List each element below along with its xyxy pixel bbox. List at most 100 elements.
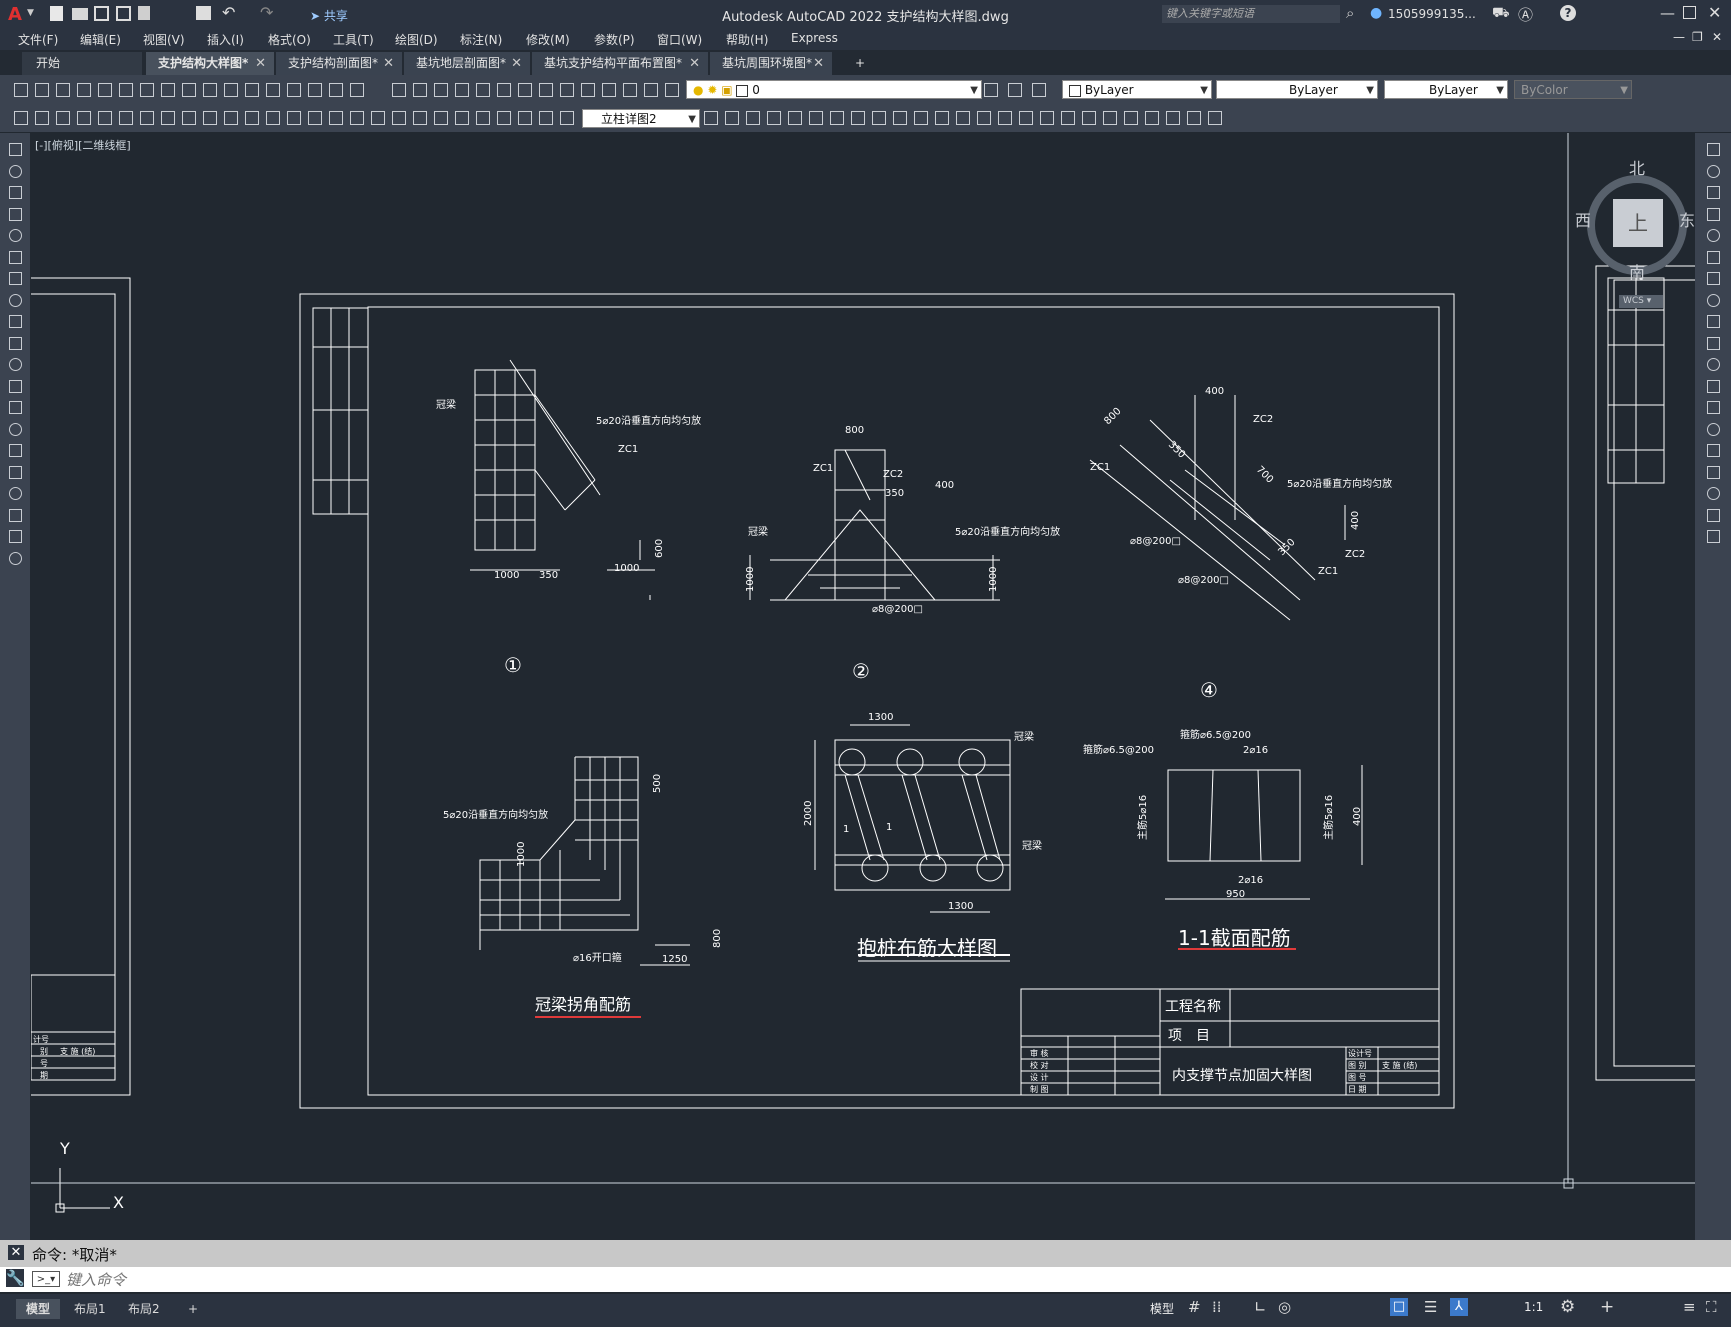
modify-v-tool-9-icon[interactable] (1707, 336, 1720, 350)
draw-tool-4-icon[interactable] (9, 229, 22, 242)
standard-tool-24-icon[interactable] (539, 83, 553, 97)
standard-tool-18-icon[interactable] (413, 83, 427, 97)
modify-tool-8-icon[interactable] (872, 111, 886, 125)
plus-icon[interactable]: + (1600, 1297, 1614, 1317)
search-icon[interactable]: ⌕ (1346, 4, 1354, 22)
standard-tool-23-icon[interactable] (518, 83, 532, 97)
draw-tool-3-icon[interactable] (9, 207, 22, 221)
close-tab-icon[interactable]: ✕ (255, 52, 266, 75)
add-layout-plus-icon[interactable]: + (178, 1299, 208, 1319)
modify-tool-19-icon[interactable] (1103, 111, 1117, 125)
polar-icon[interactable]: ◎ (1278, 1298, 1291, 1316)
modify-tool-9-icon[interactable] (893, 111, 907, 125)
window-close-doc-icon[interactable]: ✕ (1712, 30, 1722, 44)
standard-tool-14-icon[interactable] (308, 83, 322, 97)
dimstyle-combo[interactable]: 立柱详图2 ▼ (582, 109, 700, 128)
standard-tool-16-icon[interactable] (350, 83, 364, 97)
layout-tab-1[interactable]: 布局1 (64, 1299, 116, 1319)
modify-v-tool-8-icon[interactable] (1707, 315, 1720, 328)
dim-tool-5-icon[interactable] (119, 111, 133, 125)
menu-item-0[interactable]: 文件(F) (18, 31, 58, 48)
command-input[interactable] (64, 1269, 1668, 1291)
modify-tool-12-icon[interactable] (956, 111, 970, 125)
standard-tool-25-icon[interactable] (560, 83, 574, 97)
modify-tool-22-icon[interactable] (1166, 111, 1180, 125)
draw-tool-13-icon[interactable] (9, 422, 22, 436)
draw-tool-12-icon[interactable] (9, 401, 22, 414)
modify-v-tool-4-icon[interactable] (1707, 229, 1720, 242)
dim-tool-0-icon[interactable] (14, 111, 28, 125)
close-tab-icon[interactable]: ✕ (511, 52, 522, 75)
modify-v-tool-6-icon[interactable] (1707, 272, 1720, 285)
standard-tool-2-icon[interactable] (56, 83, 70, 97)
menu-item-6[interactable]: 绘图(D) (395, 31, 438, 48)
draw-tool-5-icon[interactable] (9, 250, 22, 264)
maximize-icon[interactable] (1683, 6, 1696, 19)
draw-tool-8-icon[interactable] (9, 315, 22, 328)
document-tab-1[interactable]: 支护结构大样图* ✕ (146, 52, 274, 75)
dim-tool-1-icon[interactable] (35, 111, 49, 125)
draw-tool-11-icon[interactable] (9, 379, 22, 393)
modify-v-tool-0-icon[interactable] (1707, 143, 1720, 156)
fullscreen-icon[interactable]: ⛶ (1706, 1298, 1717, 1316)
close-command-icon[interactable]: ✕ (8, 1245, 24, 1260)
compass-south[interactable]: 南 (1629, 259, 1645, 283)
help-icon[interactable]: ? (1560, 5, 1576, 21)
modify-tool-16-icon[interactable] (1040, 111, 1054, 125)
annotation-scale[interactable]: 1:1 (1524, 1300, 1543, 1314)
standard-tool-7-icon[interactable] (161, 83, 175, 97)
modify-tool-17-icon[interactable] (1061, 111, 1075, 125)
menu-item-4[interactable]: 格式(O) (268, 31, 311, 48)
window-restore-doc-icon[interactable]: ❐ (1692, 30, 1703, 44)
menu-item-12[interactable]: Express (791, 31, 838, 45)
modify-tool-6-icon[interactable] (830, 111, 844, 125)
standard-tool-5-icon[interactable] (119, 83, 133, 97)
dim-tool-19-icon[interactable] (413, 111, 427, 125)
standard-tool-9-icon[interactable] (203, 83, 217, 97)
viewcube[interactable]: 上 北 南 西 东 WCS ▾ (1569, 153, 1695, 308)
customize-icon[interactable]: 🔧 (6, 1269, 25, 1287)
menu-item-9[interactable]: 参数(P) (594, 31, 635, 48)
menu-item-11[interactable]: 帮助(H) (726, 31, 768, 48)
standard-tool-0-icon[interactable] (14, 83, 28, 97)
recent-commands-icon[interactable]: >_▾ (32, 1271, 60, 1287)
draw-tool-10-icon[interactable] (9, 358, 22, 371)
user-label[interactable]: 1505999135... (1388, 7, 1476, 21)
dim-tool-14-icon[interactable] (308, 111, 322, 125)
compass-north[interactable]: 北 (1629, 155, 1645, 179)
modify-v-tool-10-icon[interactable] (1707, 358, 1720, 371)
draw-tool-2-icon[interactable] (9, 186, 22, 199)
close-tab-icon[interactable]: ✕ (689, 52, 700, 75)
standard-tool-15-icon[interactable] (329, 83, 343, 97)
menu-item-7[interactable]: 标注(N) (460, 31, 502, 48)
modify-v-tool-12-icon[interactable] (1707, 401, 1720, 414)
standard-tool-3-icon[interactable] (77, 83, 91, 97)
osnap-icon[interactable]: □ (1390, 1298, 1408, 1316)
grid-icon[interactable]: # (1188, 1298, 1201, 1316)
menu-item-3[interactable]: 插入(I) (207, 31, 244, 48)
model-space-button[interactable]: 模型 (1150, 1300, 1174, 1317)
standard-tool-19-icon[interactable] (434, 83, 448, 97)
standard-tool-8-icon[interactable] (182, 83, 196, 97)
dim-tool-7-icon[interactable] (161, 111, 175, 125)
autodesk-app-icon[interactable]: Ⓐ (1518, 4, 1533, 25)
snap-icon[interactable]: ⁞⁞ (1212, 1298, 1222, 1316)
lineweight-combo[interactable]: ByLayer ▼ (1384, 80, 1508, 99)
standard-tool-6-icon[interactable] (140, 83, 154, 97)
drawing-canvas[interactable]: [-][俯视][二维线框] 冠梁 5⌀20沿垂直方向均匀放 ZC1 1000 3… (31, 133, 1695, 1240)
dim-tool-12-icon[interactable] (266, 111, 280, 125)
draw-tool-6-icon[interactable] (9, 272, 22, 285)
draw-tool-1-icon[interactable] (9, 164, 22, 178)
draw-tool-9-icon[interactable] (9, 336, 22, 350)
modify-v-tool-1-icon[interactable] (1707, 164, 1720, 178)
modify-tool-0-icon[interactable] (704, 111, 718, 125)
close-window-icon[interactable]: ✕ (1708, 3, 1721, 22)
layer-tools-tool-0-icon[interactable] (984, 83, 998, 97)
compass-east[interactable]: 东 (1679, 207, 1695, 231)
modify-tool-13-icon[interactable] (977, 111, 991, 125)
draw-tool-14-icon[interactable] (9, 444, 22, 457)
document-tab-3[interactable]: 基坑地层剖面图* ✕ (404, 52, 530, 75)
draw-tool-18-icon[interactable] (9, 530, 22, 543)
menu-item-10[interactable]: 窗口(W) (657, 31, 702, 48)
standard-tool-12-icon[interactable] (266, 83, 280, 97)
